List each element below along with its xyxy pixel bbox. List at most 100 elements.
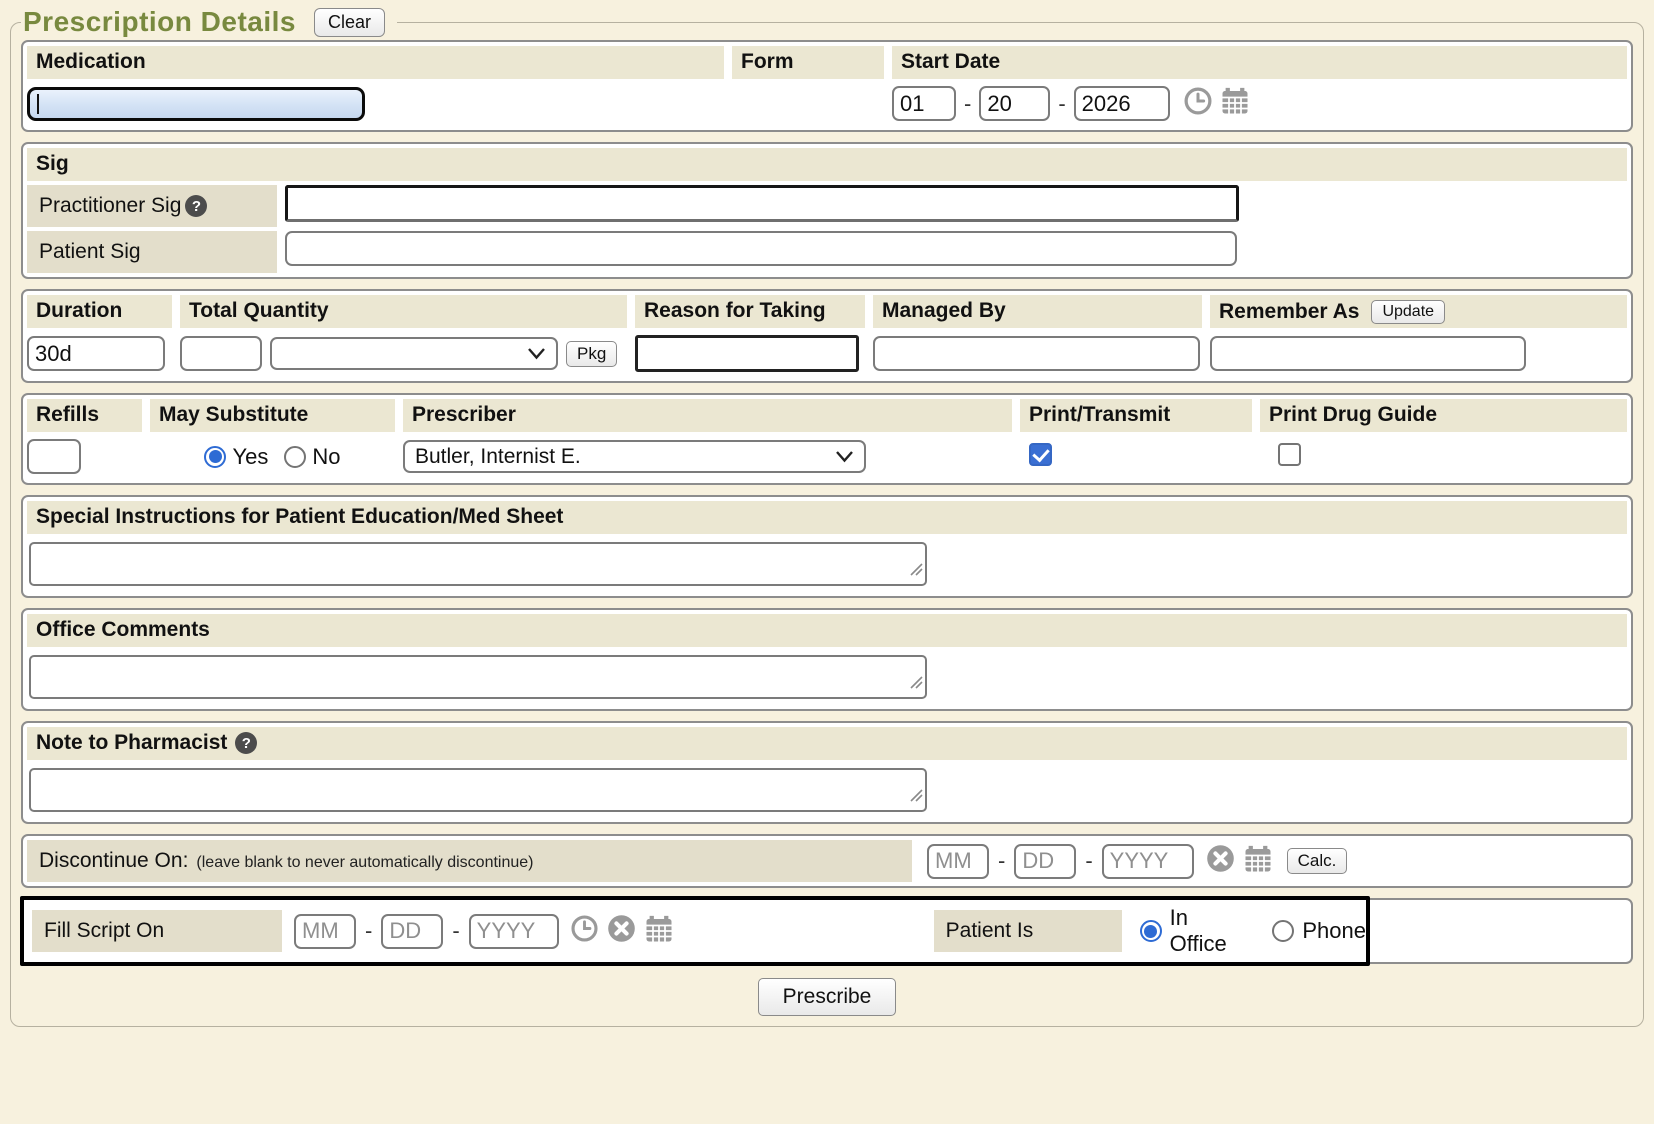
managed-by-header: Managed By (873, 295, 1202, 328)
practitioner-sig-label: Practitioner Sig (39, 194, 181, 218)
substitute-yes-radio[interactable] (204, 446, 226, 468)
special-instructions-textarea[interactable] (29, 542, 927, 586)
remember-as-header-cell: Remember As Update (1210, 295, 1627, 328)
update-button[interactable]: Update (1371, 300, 1445, 324)
start-year-input[interactable] (1074, 86, 1170, 121)
page-title: Prescription Details (23, 6, 296, 38)
calendar-icon[interactable] (644, 914, 674, 949)
discontinue-label: Discontinue On: (39, 849, 188, 873)
clear-x-icon[interactable] (1206, 844, 1235, 878)
patient-sig-input[interactable] (285, 231, 1237, 266)
fill-script-label: Fill Script On (44, 919, 164, 943)
discontinue-section: Discontinue On: (leave blank to never au… (21, 834, 1633, 888)
medication-input[interactable] (27, 87, 365, 121)
discontinue-day-input[interactable] (1014, 844, 1076, 879)
phone-radio[interactable] (1272, 920, 1294, 942)
patient-is-label: Patient Is (946, 919, 1034, 943)
date-separator: - (365, 918, 372, 944)
managed-by-cell (873, 336, 1202, 371)
start-month-input[interactable] (892, 86, 956, 121)
duration-cell (27, 336, 172, 371)
duration-input[interactable] (27, 336, 165, 371)
practitioner-sig-label-cell: Practitioner Sig ? (27, 185, 277, 227)
in-office-radio[interactable] (1140, 920, 1162, 942)
medication-body-row: - - (27, 79, 1627, 126)
prescriber-header: Prescriber (403, 399, 1012, 432)
prescriber-cell: Butler, Internist E. (403, 440, 1012, 473)
clock-icon[interactable] (1183, 86, 1213, 121)
patient-is-label-cell: Patient Is (934, 910, 1122, 952)
date-separator: - (452, 918, 459, 944)
discontinue-month-input[interactable] (927, 844, 989, 879)
reason-header: Reason for Taking (635, 295, 865, 328)
patient-sig-label-cell: Patient Sig (27, 231, 277, 273)
may-substitute-header: May Substitute (150, 399, 395, 432)
fill-script-section: Fill Script On - - Patient Is In Office … (21, 898, 1633, 964)
calendar-icon[interactable] (1243, 844, 1273, 879)
fill-script-year-input[interactable] (469, 914, 559, 949)
duration-header: Duration (27, 295, 172, 328)
note-to-pharmacist-header-row: Note to Pharmacist ? (27, 727, 1627, 760)
total-quantity-header: Total Quantity (180, 295, 627, 328)
prescriber-section: Refills May Substitute Prescriber Print/… (21, 393, 1633, 485)
calendar-icon[interactable] (1220, 86, 1250, 121)
refills-header: Refills (27, 399, 142, 432)
prescribe-button[interactable]: Prescribe (758, 978, 897, 1016)
print-transmit-header: Print/Transmit (1020, 399, 1252, 432)
refills-input[interactable] (27, 439, 81, 474)
note-to-pharmacist-header-cell: Note to Pharmacist ? (27, 727, 1627, 760)
office-comments-wrap (29, 655, 927, 699)
quantity-unit-select[interactable] (270, 337, 558, 370)
fill-script-day-input[interactable] (381, 914, 443, 949)
office-comments-header-row: Office Comments (27, 614, 1627, 647)
discontinue-label-cell: Discontinue On: (leave blank to never au… (27, 840, 912, 882)
office-comments-textarea[interactable] (29, 655, 927, 699)
details-header-row: Duration Total Quantity Reason for Takin… (27, 295, 1627, 328)
note-to-pharmacist-header: Note to Pharmacist (36, 731, 227, 755)
form-legend: Prescription Details Clear (21, 6, 397, 38)
refills-cell (27, 439, 142, 474)
chevron-down-icon (527, 342, 546, 366)
date-separator: - (964, 91, 971, 117)
discontinue-year-input[interactable] (1102, 844, 1194, 879)
substitute-no-radio[interactable] (284, 446, 306, 468)
medication-section: Medication Form Start Date - - (21, 40, 1633, 132)
managed-by-input[interactable] (873, 336, 1200, 371)
office-comments-header: Office Comments (27, 614, 1627, 647)
pkg-button[interactable]: Pkg (566, 341, 617, 367)
discontinue-hint: (leave blank to never automatically disc… (196, 854, 533, 872)
fill-script-label-cell: Fill Script On (32, 910, 282, 952)
print-transmit-cell (1020, 443, 1261, 471)
print-drug-guide-checkbox[interactable] (1278, 443, 1301, 466)
reason-for-taking-input[interactable] (635, 335, 859, 372)
special-instructions-header: Special Instructions for Patient Educati… (27, 501, 1627, 534)
patient-sig-row: Patient Sig (27, 231, 1627, 273)
practitioner-sig-input[interactable] (285, 185, 1239, 222)
note-to-pharmacist-textarea[interactable] (29, 768, 927, 812)
note-to-pharmacist-section: Note to Pharmacist ? (21, 721, 1633, 824)
may-substitute-cell: Yes No (150, 444, 395, 470)
total-quantity-input[interactable] (180, 336, 262, 371)
office-comments-section: Office Comments (21, 608, 1633, 711)
start-date-cell: - - (892, 86, 1627, 121)
medication-header: Medication (27, 46, 724, 79)
total-quantity-cell: Pkg (180, 336, 627, 371)
start-day-input[interactable] (979, 86, 1050, 121)
date-separator: - (998, 848, 1005, 874)
clear-button[interactable]: Clear (314, 8, 385, 37)
medication-header-row: Medication Form Start Date (27, 46, 1627, 79)
print-transmit-checkbox[interactable] (1029, 443, 1052, 466)
calc-button[interactable]: Calc. (1287, 848, 1348, 874)
help-icon[interactable]: ? (235, 732, 257, 754)
print-drug-guide-header: Print Drug Guide (1260, 399, 1627, 432)
fill-script-month-input[interactable] (294, 914, 356, 949)
remember-as-input[interactable] (1210, 336, 1526, 371)
clock-icon[interactable] (570, 914, 599, 948)
phone-label: Phone (1302, 918, 1366, 944)
special-instructions-wrap (29, 542, 927, 586)
prescriber-select[interactable]: Butler, Internist E. (403, 440, 866, 473)
chevron-down-icon (835, 445, 854, 469)
prescribe-row: Prescribe (19, 978, 1635, 1016)
clear-x-icon[interactable] (607, 914, 636, 948)
help-icon[interactable]: ? (185, 195, 207, 217)
